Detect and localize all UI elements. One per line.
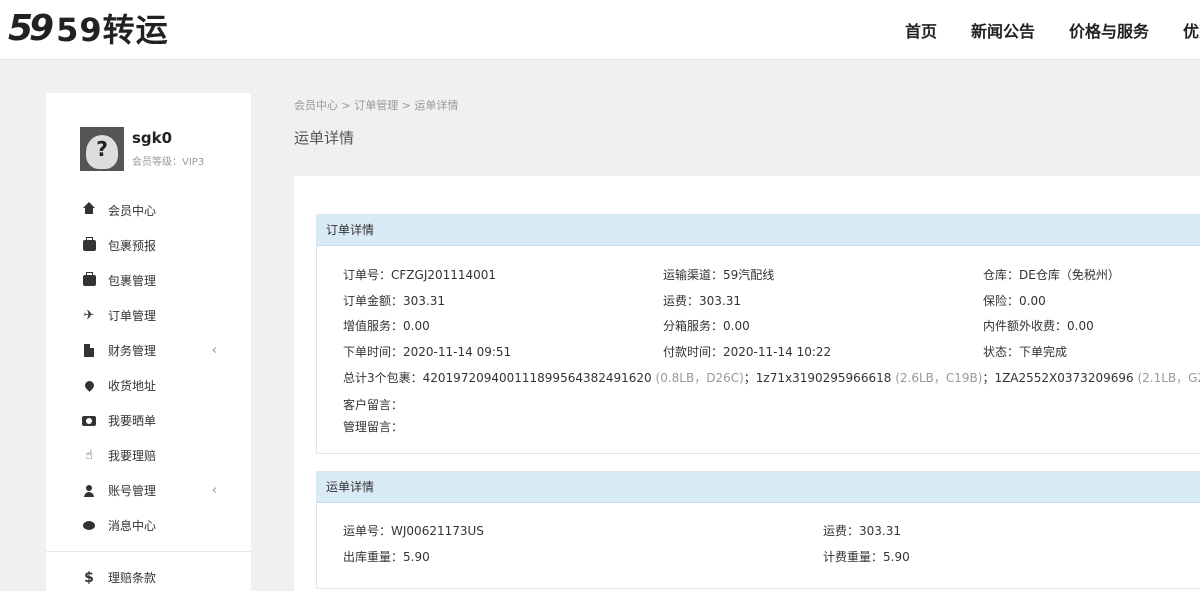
sidebar-item-label: 包裹预报 [108,239,157,253]
user-profile: sgk0 会员等级：VIP3 [80,127,204,171]
logo-text: 59转运 [56,11,169,49]
nav-pricing[interactable]: 价格与服务 [1069,18,1149,42]
waybill-details-panel: 运单详情 运单号：WJ00621173US 运费：303.31 出库重量：5.9… [316,471,1200,589]
home-icon [83,201,95,216]
sidebar-item-package-forecast[interactable]: 包裹预报 [46,228,251,263]
sidebar-item-account[interactable]: 账号管理 ‹ [46,473,251,508]
nav-home[interactable]: 首页 [905,18,937,42]
logo-mark: 59 [8,7,54,49]
dollar-icon: $ [84,569,94,586]
chat-icon [83,521,95,530]
package-tracking: 1ZA2552X0373209696 [994,371,1134,385]
package-list: 总计3个包裹：420197209400111899564382491620 (0… [343,369,1200,386]
sidebar-item-share-order[interactable]: 我要晒单 [46,403,251,438]
sidebar-item-label: 收货地址 [108,379,157,393]
panel-title: 运单详情 [317,472,1200,503]
sidebar: sgk0 会员等级：VIP3 会员中心 包裹预报 包裹管理 ✈ 订单管理 财务管… [46,93,251,591]
insurance: 保险：0.00 [983,294,1046,308]
user-icon [83,484,95,497]
panel-title: 订单详情 [317,215,1200,246]
admin-message: 管理留言： [343,420,404,434]
sidebar-item-claim[interactable]: ☝ 我要理赔 [46,438,251,473]
shipping-channel: 运输渠道：59汽配线 [663,268,775,282]
sidebar-item-label: 我要理赔 [108,449,157,463]
briefcase-icon [82,237,96,251]
waybill-number: 运单号：WJ00621173US [343,524,484,538]
user-name: sgk0 [132,129,173,147]
waybill-freight: 运费：303.31 [823,524,902,538]
top-nav: 首页 新闻公告 价格与服务 优惠 [905,18,1200,42]
freight: 运费：303.31 [663,294,742,308]
sidebar-item-member-center[interactable]: 会员中心 [46,193,251,228]
sidebar-item-label: 订单管理 [108,309,157,323]
customer-message: 客户留言： [343,398,404,412]
order-number: 订单号：CFZGJ201114001 [343,268,497,282]
order-status: 状态：下单完成 [983,345,1068,359]
order-amount: 订单金额：303.31 [343,294,446,308]
chevron-left-icon[interactable]: ‹ [212,483,217,498]
sidebar-item-label: 包裹管理 [108,274,157,288]
sidebar-item-order-management[interactable]: ✈ 订单管理 [46,298,251,333]
sidebar-item-label: 我要晒单 [108,414,157,428]
package-info: (2.6LB，C19B) [895,371,983,385]
briefcase-icon [82,272,96,286]
sidebar-item-claim-terms[interactable]: $ 理赔条款 [46,560,251,591]
sidebar-menu: 会员中心 包裹预报 包裹管理 ✈ 订单管理 财务管理 ‹ 收货地址 我要晒单 ☝ [46,193,251,591]
payment-time: 付款时间：2020-11-14 10:22 [663,345,832,359]
breadcrumb[interactable]: 会员中心 > 订单管理 > 运单详情 [294,97,458,113]
file-icon [84,344,94,357]
warehouse: 仓库：DE仓库（免税州） [983,268,1120,282]
sidebar-item-label: 消息中心 [108,519,157,533]
sidebar-item-finance[interactable]: 财务管理 ‹ [46,333,251,368]
hand-icon: ☝ [85,448,93,463]
order-time: 下单时间：2020-11-14 09:51 [343,345,512,359]
page-title: 运单详情 [294,129,355,147]
package-tracking: 1z71x3190295966618 [755,371,892,385]
main-content: 订单详情 订单号：CFZGJ201114001 运输渠道：59汽配线 仓库：DE… [294,176,1200,591]
sidebar-item-label: 会员中心 [108,204,157,218]
chevron-left-icon[interactable]: ‹ [212,343,217,358]
package-info: (2.1LB，G24) [1137,371,1200,385]
split-service: 分箱服务：0.00 [663,319,750,333]
sidebar-item-label: 财务管理 [108,344,157,358]
package-tracking: 420197209400111899564382491620 [422,371,652,385]
sidebar-divider [46,551,251,552]
sidebar-item-label: 理赔条款 [108,571,157,585]
value-added-service: 增值服务：0.00 [343,319,430,333]
sidebar-item-address[interactable]: 收货地址 [46,368,251,403]
avatar[interactable] [80,127,124,171]
camera-icon [82,415,96,426]
extra-charge: 内件额外收费：0.00 [983,319,1094,333]
chargeable-weight: 计费重量：5.90 [823,550,910,564]
plane-icon: ✈ [83,308,95,323]
package-info: (0.8LB，D26C) [655,371,744,385]
sidebar-item-messages[interactable]: 消息中心 [46,508,251,543]
site-header: 59 59转运 首页 新闻公告 价格与服务 优惠 [0,0,1200,60]
map-pin-icon [82,379,96,392]
nav-news[interactable]: 新闻公告 [971,18,1035,42]
site-logo[interactable]: 59 59转运 [8,7,169,50]
nav-promotions[interactable]: 优惠 [1183,18,1200,42]
order-details-panel: 订单详情 订单号：CFZGJ201114001 运输渠道：59汽配线 仓库：DE… [316,214,1200,454]
user-level: 会员等级：VIP3 [132,157,205,168]
sidebar-item-package-management[interactable]: 包裹管理 [46,263,251,298]
sidebar-item-label: 账号管理 [108,484,157,498]
outbound-weight: 出库重量：5.90 [343,550,430,564]
